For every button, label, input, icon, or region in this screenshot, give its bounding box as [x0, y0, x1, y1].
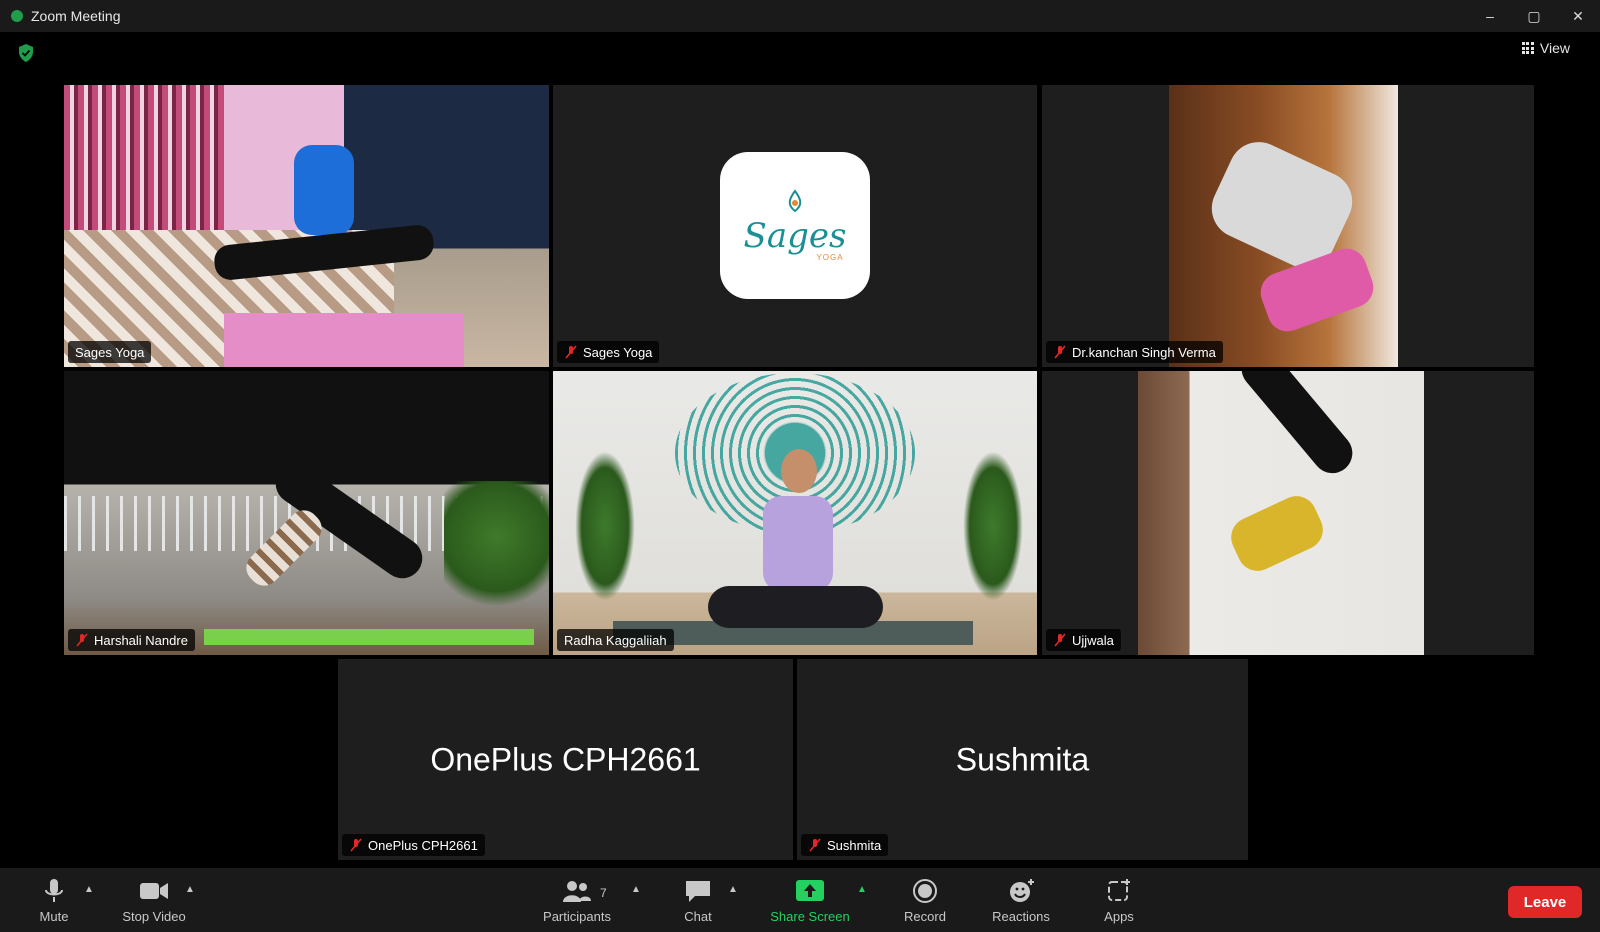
- chat-label: Chat: [684, 909, 712, 924]
- close-button[interactable]: ✕: [1556, 0, 1600, 32]
- participants-icon: [563, 881, 591, 902]
- yoga-mat: [204, 629, 534, 645]
- person-torso: [763, 496, 833, 591]
- stop-video-button[interactable]: Stop Video: [116, 868, 192, 932]
- participant-display-name: Sushmita: [955, 741, 1090, 777]
- record-button[interactable]: Record: [898, 868, 952, 932]
- mic-muted-icon: [565, 345, 577, 359]
- yoga-mat: [224, 313, 464, 367]
- participants-count: 7: [600, 886, 607, 900]
- share-screen-button[interactable]: Share Screen: [767, 868, 853, 932]
- zoom-app-icon: [11, 10, 23, 22]
- video-tile-sages-yoga[interactable]: Sages Yoga: [64, 85, 549, 367]
- chat-bubble-icon: [686, 881, 710, 902]
- video-tile-dr-kanchan-singh-verma[interactable]: Dr.kanchan Singh Verma: [1042, 85, 1534, 367]
- maximize-button[interactable]: ▢: [1512, 0, 1556, 32]
- video-tile-ujjwala[interactable]: Ujjwala: [1042, 371, 1534, 655]
- sages-yoga-logo: Sages YOGA: [720, 152, 870, 299]
- participants-label: Participants: [543, 909, 611, 924]
- window-title: Zoom Meeting: [31, 8, 121, 24]
- person-head: [781, 449, 817, 493]
- curtain: [64, 85, 224, 230]
- mute-label: Mute: [39, 909, 69, 924]
- apps-label: Apps: [1104, 909, 1134, 924]
- logo-subtext: YOGA: [816, 253, 844, 262]
- mute-button[interactable]: Mute: [34, 868, 74, 932]
- mic-muted-icon: [1054, 633, 1066, 647]
- grid-view-icon: [1521, 42, 1534, 54]
- participant-name: OnePlus CPH2661: [368, 837, 478, 853]
- share-screen-label: Share Screen: [770, 909, 850, 924]
- plant-right: [963, 451, 1023, 601]
- reactions-icon: [1010, 879, 1034, 902]
- person-legs: [708, 586, 883, 628]
- video-tile-oneplus-cph2661[interactable]: OnePlus CPH2661 OnePlus CPH2661: [338, 659, 793, 860]
- participant-label: Sages Yoga: [557, 341, 660, 363]
- audio-options-chevron-icon[interactable]: ▲: [84, 884, 94, 895]
- chat-button[interactable]: Chat: [678, 868, 718, 932]
- participant-name: Sages Yoga: [583, 344, 653, 360]
- participant-name: Radha Kaggaliiah: [564, 632, 667, 648]
- plants: [444, 481, 549, 621]
- leave-button[interactable]: Leave: [1508, 886, 1582, 918]
- participant-label: Ujjwala: [1046, 629, 1121, 651]
- record-label: Record: [904, 909, 946, 924]
- video-camera-icon: [140, 883, 168, 899]
- microphone-icon: [45, 879, 63, 902]
- video-tile-harshali-nandre[interactable]: Harshali Nandre: [64, 371, 549, 655]
- title-bar: Zoom Meeting – ▢ ✕: [0, 0, 1600, 32]
- plant-left: [575, 451, 635, 601]
- record-icon: [913, 879, 937, 903]
- video-tile-radha-kaggaliiah[interactable]: Radha Kaggaliiah: [553, 371, 1037, 655]
- stop-video-label: Stop Video: [122, 909, 186, 924]
- participants-button[interactable]: Participants: [536, 868, 618, 932]
- window-controls: – ▢ ✕: [1468, 0, 1600, 32]
- participant-name: Sushmita: [827, 837, 882, 853]
- mic-muted-icon: [809, 838, 821, 852]
- mic-muted-icon: [76, 633, 88, 647]
- video-tile-sushmita[interactable]: Sushmita Sushmita: [797, 659, 1248, 860]
- logo-text: Sages: [743, 216, 847, 256]
- video-tile-sages-yoga-logo[interactable]: Sages YOGA Sages Yoga: [553, 85, 1037, 367]
- participant-label: Sages Yoga: [68, 341, 152, 363]
- participant-display-name: OnePlus CPH2661: [430, 741, 701, 777]
- view-label: View: [1539, 40, 1570, 56]
- lotus-drop-icon: [788, 189, 802, 213]
- chat-options-chevron-icon[interactable]: ▲: [728, 884, 738, 895]
- view-button[interactable]: View: [1521, 38, 1570, 58]
- share-screen-icon: [796, 880, 824, 901]
- participant-name: Dr.kanchan Singh Verma: [1072, 344, 1216, 360]
- reactions-button[interactable]: Reactions: [988, 868, 1054, 932]
- participant-label: Sushmita: [801, 834, 889, 856]
- minimize-button[interactable]: –: [1468, 0, 1512, 32]
- participant-label: Harshali Nandre: [68, 629, 195, 651]
- person: [294, 145, 354, 235]
- security-shield-icon[interactable]: [18, 44, 34, 62]
- participant-name: Ujjwala: [1072, 632, 1114, 648]
- video-options-chevron-icon[interactable]: ▲: [185, 884, 195, 895]
- participant-label: OnePlus CPH2661: [342, 834, 485, 856]
- participant-label: Radha Kaggaliiah: [557, 629, 674, 651]
- participant-label: Dr.kanchan Singh Verma: [1046, 341, 1223, 363]
- apps-icon: [1108, 879, 1130, 901]
- mic-muted-icon: [1054, 345, 1066, 359]
- reactions-label: Reactions: [992, 909, 1050, 924]
- mic-muted-icon: [350, 838, 362, 852]
- participant-name: Harshali Nandre: [94, 632, 188, 648]
- apps-button[interactable]: Apps: [1098, 868, 1140, 932]
- share-options-chevron-icon[interactable]: ▲: [857, 884, 867, 895]
- participants-options-chevron-icon[interactable]: ▲: [631, 884, 641, 895]
- participant-name: Sages Yoga: [75, 344, 145, 360]
- meeting-toolbar: Mute ▲ Stop Video ▲ Participants 7 ▲ Cha…: [0, 868, 1600, 932]
